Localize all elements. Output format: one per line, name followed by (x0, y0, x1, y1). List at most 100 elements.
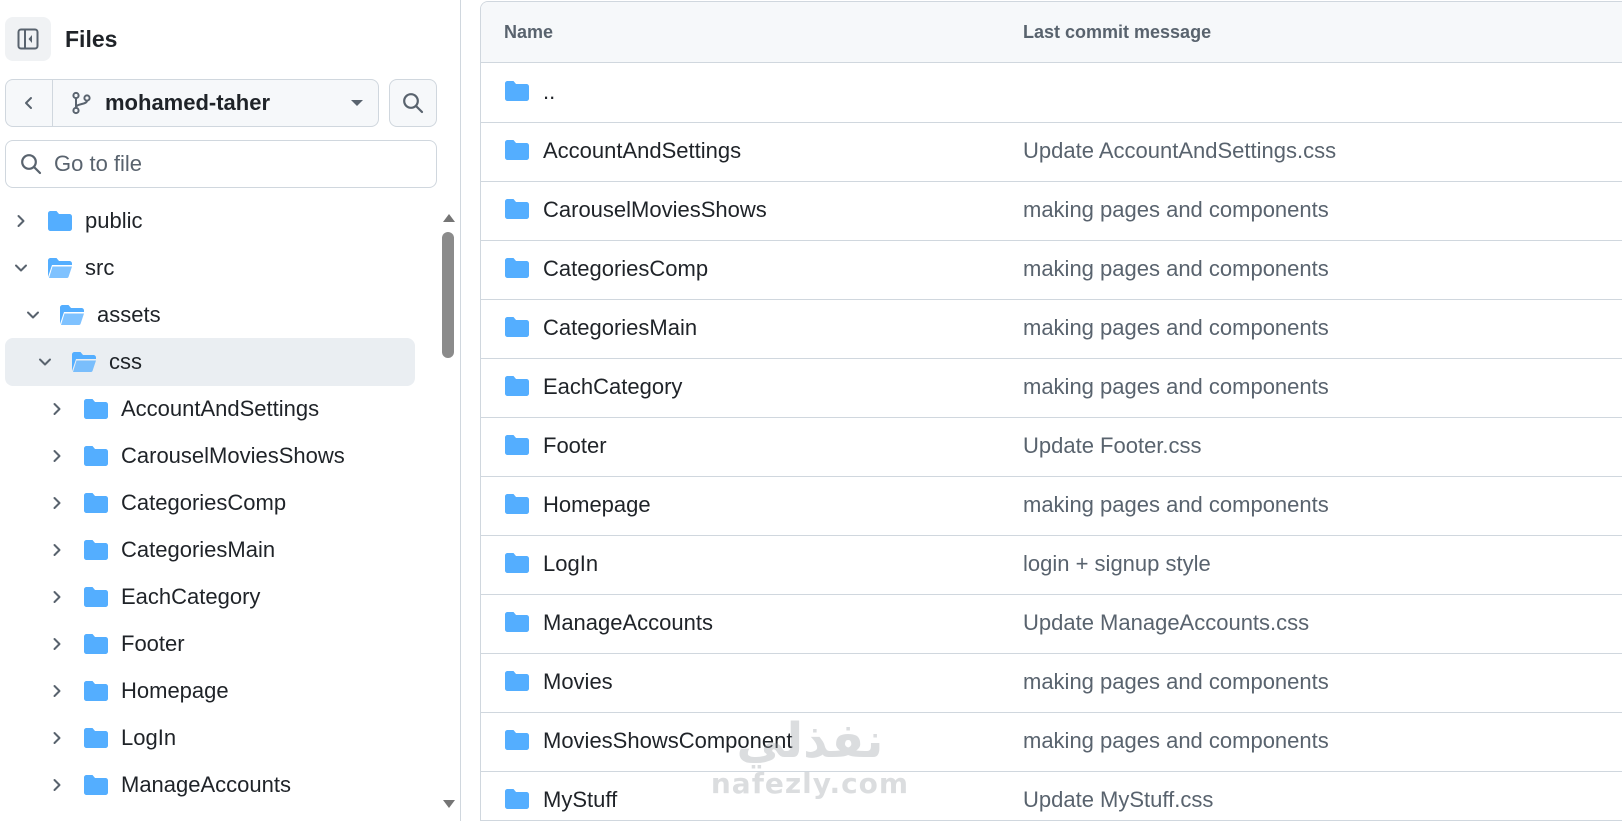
table-row[interactable]: CarouselMoviesShows making pages and comp… (481, 180, 1622, 241)
chevron-right-icon (53, 638, 61, 650)
column-header-name: Name (504, 22, 554, 42)
table-row[interactable]: .. (481, 62, 1622, 123)
tree-item[interactable]: AccountAndSettings (5, 385, 415, 433)
row-commit-message-link[interactable]: making pages and components (1023, 374, 1329, 400)
tree-folder (83, 492, 109, 514)
folder-icon (505, 317, 529, 337)
table-row[interactable]: MoviesShowsComponent making pages and com… (481, 711, 1622, 772)
chevron-right-icon (53, 591, 61, 603)
row-name-link[interactable]: Movies (543, 669, 613, 695)
tree-toggle[interactable] (45, 538, 69, 562)
row-commit-message-link[interactable]: login + signup style (1023, 551, 1211, 577)
tree-item[interactable]: EachCategory (5, 573, 415, 621)
tree-item[interactable]: Footer (5, 620, 415, 668)
tree-toggle[interactable] (45, 773, 69, 797)
chevron-down-icon (15, 264, 27, 272)
folder-icon (505, 789, 529, 809)
chevron-right-icon (53, 685, 61, 697)
row-commit-message-link[interactable]: Update AccountAndSettings.css (1023, 138, 1336, 164)
row-commit-message-link[interactable]: making pages and components (1023, 669, 1329, 695)
row-commit-message-link[interactable]: Update Footer.css (1023, 433, 1202, 459)
table-row[interactable]: AccountAndSettings Update AccountAndSetti… (481, 121, 1622, 182)
row-commit-message-link[interactable]: Update ManageAccounts.css (1023, 610, 1309, 636)
folder-icon (84, 634, 108, 654)
row-commit-message-link[interactable]: making pages and components (1023, 256, 1329, 282)
row-name-link[interactable]: ManageAccounts (543, 610, 713, 636)
table-row[interactable]: Homepage making pages and components (481, 475, 1622, 536)
tree-toggle[interactable] (45, 585, 69, 609)
table-row[interactable]: ManageAccounts Update ManageAccounts.css (481, 593, 1622, 654)
row-name-link[interactable]: MoviesShowsComponent (543, 728, 792, 754)
tree-item[interactable]: css (5, 338, 415, 386)
row-name-link[interactable]: CarouselMoviesShows (543, 197, 767, 223)
scrollbar-thumb[interactable] (442, 232, 454, 358)
tree-toggle[interactable] (45, 397, 69, 421)
tree-toggle[interactable] (9, 209, 33, 233)
folder-icon (84, 775, 108, 795)
tree-toggle[interactable] (45, 444, 69, 468)
row-name-link[interactable]: Footer (543, 433, 607, 459)
row-name-link[interactable]: Homepage (543, 492, 651, 518)
row-commit-message-link[interactable]: making pages and components (1023, 315, 1329, 341)
folder-icon (505, 258, 529, 278)
row-name-link[interactable]: .. (543, 79, 555, 105)
tree-toggle[interactable] (33, 350, 57, 374)
row-commit-message-link[interactable]: Update MyStuff.css (1023, 787, 1213, 813)
tree-item-label: public (85, 208, 143, 233)
table-row[interactable]: LogIn login + signup style (481, 534, 1622, 595)
row-commit-message-link[interactable]: making pages and components (1023, 197, 1329, 223)
tree-item-label: CategoriesComp (121, 490, 287, 515)
folder (504, 611, 530, 633)
row-name-link[interactable]: CategoriesComp (543, 256, 708, 282)
row-name-link[interactable]: CategoriesMain (543, 315, 697, 341)
tree-folder (83, 586, 109, 608)
row-name-link[interactable]: EachCategory (543, 374, 682, 400)
scroll-down-arrow-icon[interactable] (443, 800, 455, 808)
folder-icon (505, 730, 529, 750)
branch-select-button[interactable]: mohamed-taher (52, 79, 379, 127)
table-header: Name Last commit message (481, 2, 1622, 63)
row-name-link[interactable]: AccountAndSettings (543, 138, 741, 164)
scroll-up-arrow-icon[interactable] (443, 214, 455, 222)
tree-item[interactable]: Homepage (5, 667, 415, 715)
row-name-link[interactable]: MyStuff (543, 787, 617, 813)
folder (504, 434, 530, 456)
tree-item[interactable]: public (5, 205, 415, 245)
tree-item[interactable]: assets (5, 291, 415, 339)
table-row[interactable]: MyStuff Update MyStuff.css (481, 770, 1622, 820)
folder-icon (505, 612, 529, 632)
tree-toggle[interactable] (21, 303, 45, 327)
row-commit-message-link[interactable]: making pages and components (1023, 492, 1329, 518)
tree-item-label: CarouselMoviesShows (121, 443, 345, 468)
table-row[interactable]: CategoriesMain making pages and component… (481, 298, 1622, 359)
tree-item-label: CategoriesMain (121, 537, 276, 562)
tree-toggle[interactable] (9, 256, 33, 280)
folder-icon (505, 494, 529, 514)
tree-item[interactable]: CarouselMoviesShows (5, 432, 415, 480)
file-tree-sidebar: Files mohamed-taher Go to file public sr… (0, 0, 461, 821)
row-name-link[interactable]: LogIn (543, 551, 598, 577)
back-button[interactable] (5, 79, 52, 127)
tree-item[interactable]: CategoriesComp (5, 479, 415, 527)
table-row[interactable]: CategoriesComp making pages and component… (481, 239, 1622, 300)
tree-item[interactable]: CategoriesMain (5, 526, 415, 574)
tree-item[interactable]: ManageAccounts (5, 761, 415, 809)
tree-folder (47, 257, 73, 279)
tree-item[interactable]: LogIn (5, 714, 415, 762)
collapse-sidebar-button[interactable] (5, 17, 51, 61)
tree-toggle[interactable] (45, 632, 69, 656)
tree-item[interactable]: src (5, 244, 415, 292)
row-commit-message-link[interactable]: making pages and components (1023, 728, 1329, 754)
tree-toggle[interactable] (45, 726, 69, 750)
table-row[interactable]: Movies making pages and components (481, 652, 1622, 713)
tree-toggle[interactable] (45, 679, 69, 703)
tree-toggle[interactable] (45, 491, 69, 515)
table-row[interactable]: EachCategory making pages and components (481, 357, 1622, 418)
folder-icon (84, 540, 108, 560)
tree-scrollbar[interactable] (441, 210, 455, 821)
search-button[interactable] (389, 79, 437, 127)
go-to-file-input[interactable] (52, 150, 416, 178)
search-icon (403, 93, 424, 114)
sidebar-collapse-icon (17, 28, 39, 50)
table-row[interactable]: Footer Update Footer.css (481, 416, 1622, 477)
